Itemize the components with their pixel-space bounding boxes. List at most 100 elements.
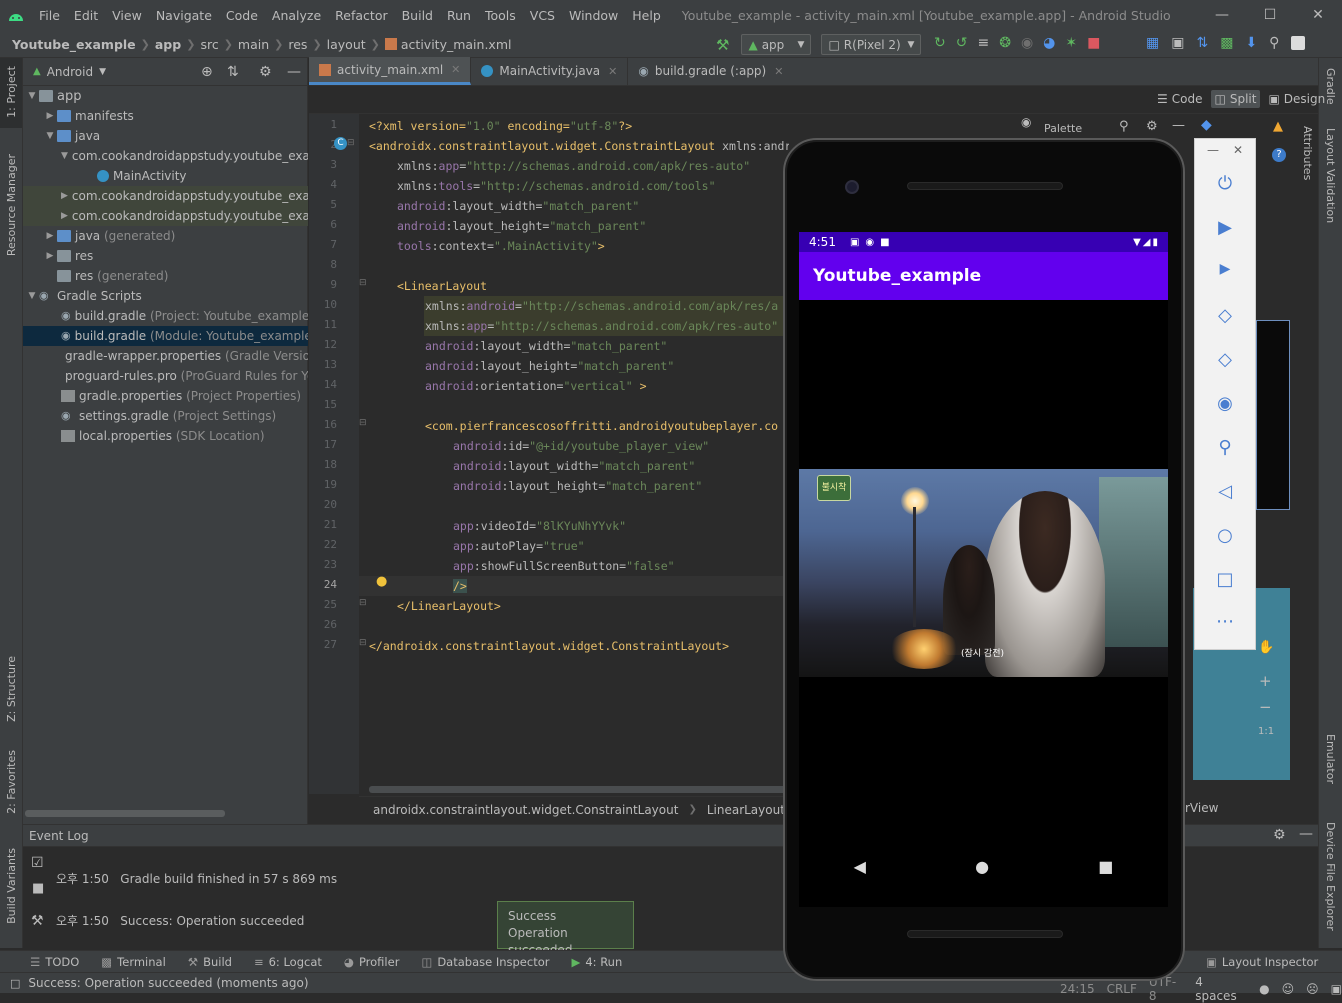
volume-up-icon[interactable]: ▶	[1195, 217, 1255, 238]
favorites-tool-tab[interactable]: 2: Favorites	[5, 750, 18, 814]
minimize-icon[interactable]: —	[1198, 0, 1246, 31]
minimize-icon[interactable]: —	[1207, 143, 1219, 157]
breadcrumb-project[interactable]: Youtube_example	[12, 37, 136, 52]
gear-icon[interactable]: ⚙	[1273, 827, 1286, 843]
volume-down-icon[interactable]: ▶	[1195, 261, 1255, 277]
breadcrumb-src[interactable]: src	[200, 37, 218, 52]
attach-debugger-icon[interactable]: ✶	[1065, 35, 1077, 51]
todo-tool-button[interactable]: ☰ TODO	[30, 955, 79, 969]
menu-vcs[interactable]: VCS	[523, 8, 562, 23]
sad-icon[interactable]: ☹	[1306, 982, 1319, 996]
gear-icon[interactable]: ⚙	[259, 64, 272, 80]
menu-refactor[interactable]: Refactor	[328, 8, 394, 23]
build-tool-button[interactable]: ⚒ Build	[188, 955, 232, 969]
fold-icon[interactable]: ⊟	[347, 138, 355, 148]
chevron-down-icon[interactable]: ▼	[43, 131, 57, 141]
indent-setting[interactable]: 4 spaces	[1195, 975, 1247, 1003]
tree-item-res-generated[interactable]: res (generated)	[23, 266, 308, 286]
xml-breadcrumb-item[interactable]: LinearLayout	[707, 803, 785, 817]
apply-changes-restart-icon[interactable]: ↻	[934, 35, 946, 51]
breadcrumb-res[interactable]: res	[288, 37, 307, 52]
layers-icon[interactable]: ◆	[1201, 117, 1212, 133]
overview-icon[interactable]: □	[1195, 569, 1255, 590]
zoom-icon[interactable]: ⚲	[1195, 437, 1255, 458]
success-notification-balloon[interactable]: Success Operation succeeded	[497, 901, 634, 957]
menu-run[interactable]: Run	[440, 8, 478, 23]
run-tool-button[interactable]: ▶ 4: Run	[571, 955, 622, 969]
menu-navigate[interactable]: Navigate	[149, 8, 219, 23]
smiley-icon[interactable]: ☺	[1282, 982, 1295, 996]
tree-item-build-gradle-project[interactable]: ◉ build.gradle (Project: Youtube_example)	[23, 306, 308, 326]
chevron-right-icon[interactable]: ▶	[43, 111, 57, 121]
tree-item-settings-gradle[interactable]: ◉ settings.gradle (Project Settings)	[23, 406, 308, 426]
chevron-down-icon[interactable]: ▼	[25, 91, 39, 101]
tree-item-app[interactable]: ▼ app	[23, 86, 308, 106]
horizontal-scrollbar[interactable]	[25, 810, 225, 817]
line-separator[interactable]: CRLF	[1107, 982, 1137, 996]
rotate-right-icon[interactable]: ◇	[1195, 349, 1255, 370]
stop-icon[interactable]: ■	[1087, 35, 1100, 51]
chevron-right-icon[interactable]: ▶	[43, 251, 57, 261]
run-list-icon[interactable]: ≡	[977, 35, 989, 51]
search-icon[interactable]: ⚲	[1269, 35, 1279, 51]
hide-panel-icon[interactable]: —	[1172, 118, 1185, 133]
breadcrumb-main[interactable]: main	[238, 37, 269, 52]
terminal-tool-button[interactable]: ▩ Terminal	[101, 955, 165, 969]
status-toggle-icon[interactable]: □	[10, 977, 20, 990]
tree-item-build-gradle-module[interactable]: ◉build.gradle (Module: Youtube_example.a…	[23, 326, 308, 346]
more-icon[interactable]: ⋯	[1195, 611, 1255, 632]
trash-icon[interactable]: ■	[32, 881, 44, 896]
lock-icon[interactable]: ●	[1259, 982, 1269, 996]
tab-activity-main-xml[interactable]: activity_main.xml ✕	[309, 57, 472, 85]
zoom-in-icon[interactable]: +	[1259, 672, 1272, 690]
power-icon[interactable]: ⏻	[1195, 173, 1255, 194]
menu-edit[interactable]: Edit	[67, 8, 105, 23]
zoom-out-icon[interactable]: −	[1259, 698, 1272, 716]
apply-code-changes-icon[interactable]: ↺	[956, 35, 968, 51]
wrench-icon[interactable]: ⚒	[31, 913, 44, 929]
tree-item-package-androidtest[interactable]: ▶ com.cookandroidappstudy.youtube_exa	[23, 206, 308, 226]
hammer-build-icon[interactable]: ⚒	[716, 36, 729, 54]
tree-item-package[interactable]: ▼ com.cookandroidappstudy.youtube_exa	[23, 146, 308, 166]
close-icon[interactable]: ✕	[1294, 0, 1342, 31]
youtube-player-view[interactable]: 불시착 (잠시 감전)	[799, 469, 1168, 677]
profiler-icon[interactable]: ◕	[1043, 35, 1055, 51]
close-tab-icon[interactable]: ✕	[451, 63, 460, 76]
rotate-left-icon[interactable]: ◇	[1195, 305, 1255, 326]
mark-read-icon[interactable]: ☑	[31, 855, 44, 871]
layout-inspector-tool-button[interactable]: ▣ Layout Inspector	[1206, 955, 1318, 969]
breadcrumb-module[interactable]: app	[155, 37, 181, 52]
memory-icon[interactable]: ▣	[1331, 982, 1342, 996]
crosshair-icon[interactable]: ⊕	[201, 64, 213, 80]
profiler-tool-button[interactable]: ◕ Profiler	[344, 955, 400, 969]
chevron-right-icon[interactable]: ▶	[61, 211, 68, 221]
tree-item-gradle-scripts[interactable]: ▼ ◉ Gradle Scripts	[23, 286, 308, 306]
close-tab-icon[interactable]: ✕	[774, 65, 783, 78]
menu-tools[interactable]: Tools	[478, 8, 523, 23]
menu-file[interactable]: File	[32, 8, 67, 23]
breadcrumb-layout[interactable]: layout	[327, 37, 366, 52]
tree-item-package-test[interactable]: ▶ com.cookandroidappstudy.youtube_exa	[23, 186, 308, 206]
coverage-icon[interactable]: ◉	[1021, 35, 1033, 51]
tree-item-gradle-wrapper[interactable]: gradle-wrapper.properties (Gradle Versio…	[23, 346, 308, 366]
device-manager-icon[interactable]: ▣	[1171, 35, 1184, 51]
tree-item-manifests[interactable]: ▶ manifests	[23, 106, 308, 126]
back-icon[interactable]: ◁	[1195, 481, 1255, 502]
layout-validation-tool-tab[interactable]: Layout Validation	[1324, 128, 1337, 223]
tab-mainactivity-java[interactable]: MainActivity.java ✕	[471, 57, 629, 85]
code-editor[interactable]: <?xml version="1.0" encoding="utf-8"?> <…	[359, 114, 789, 794]
warning-icon[interactable]: ▲	[1273, 119, 1283, 134]
breadcrumb-file[interactable]: activity_main.xml	[401, 37, 512, 52]
caret-down-icon[interactable]: ▼	[99, 67, 106, 77]
menu-view[interactable]: View	[105, 8, 149, 23]
project-structure-icon[interactable]: ▦	[1146, 35, 1159, 51]
lightbulb-icon[interactable]: ●	[376, 574, 387, 589]
view-mode-design[interactable]: ▣ Design	[1264, 90, 1329, 108]
account-icon[interactable]	[1291, 36, 1306, 50]
home-button[interactable]: ●	[975, 857, 989, 876]
eye-icon[interactable]: ◉	[1021, 115, 1031, 129]
chevron-right-icon[interactable]: ▶	[61, 191, 68, 201]
hide-panel-icon[interactable]: —	[287, 64, 301, 80]
device-file-explorer-tool-tab[interactable]: Device File Explorer	[1324, 822, 1337, 931]
search-icon[interactable]: ⚲	[1119, 119, 1129, 134]
